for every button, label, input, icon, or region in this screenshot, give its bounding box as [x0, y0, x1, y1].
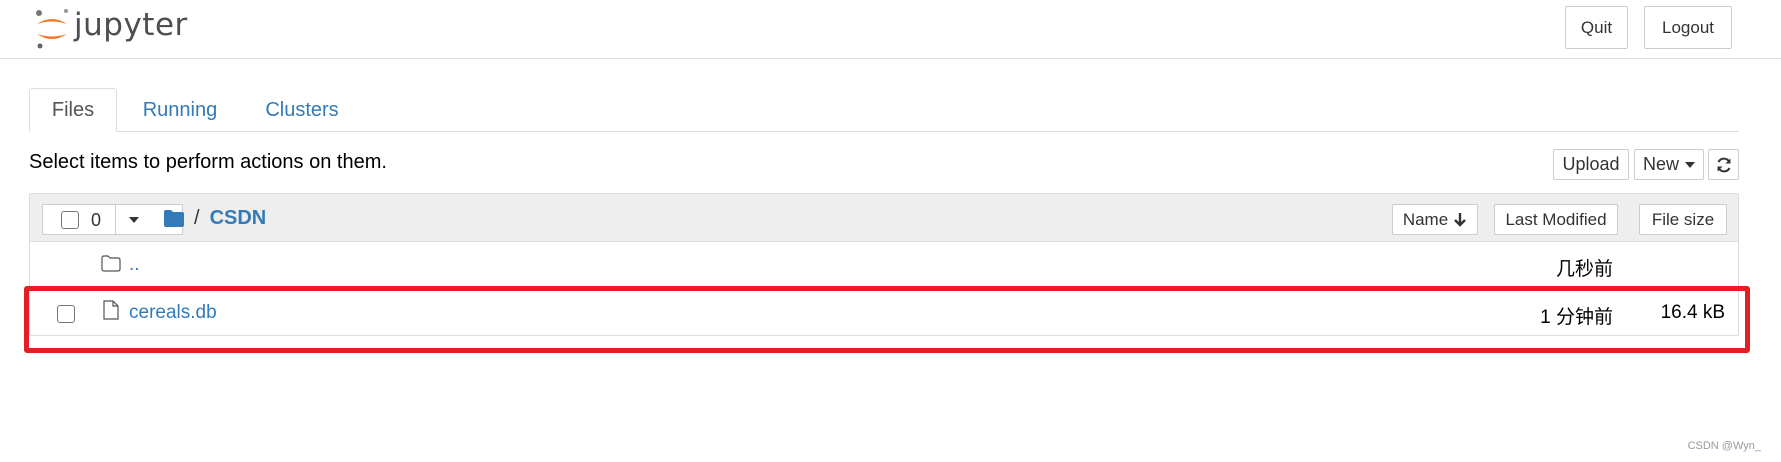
select-all-checkbox[interactable]: [61, 211, 79, 229]
highlight-box: [24, 286, 1750, 353]
new-label: New: [1642, 154, 1679, 174]
folder-icon: [101, 255, 121, 272]
watermark: CSDN @Wyn_: [1687, 440, 1761, 452]
folder-icon[interactable]: [164, 209, 184, 227]
logout-button[interactable]: Logout: [1644, 6, 1732, 49]
logo-text: jupyter: [74, 7, 188, 43]
tab-clusters[interactable]: Clusters: [252, 88, 352, 132]
tab-files[interactable]: Files: [29, 88, 117, 132]
item-name[interactable]: ..: [129, 254, 140, 276]
quit-button[interactable]: Quit: [1565, 6, 1628, 49]
caret-down-icon: [129, 217, 139, 223]
sort-by-modified-button[interactable]: Last Modified: [1494, 204, 1618, 235]
refresh-icon: [1717, 157, 1730, 172]
sort-by-size-button[interactable]: File size: [1639, 204, 1727, 235]
breadcrumb-separator: /: [194, 206, 200, 229]
sort-by-name-button[interactable]: Name: [1392, 204, 1478, 235]
breadcrumb: / CSDN: [164, 206, 266, 230]
jupyter-logo[interactable]: jupyter: [34, 6, 204, 50]
list-item[interactable]: .. 几秒前: [30, 242, 1738, 289]
header: jupyter Quit Logout: [0, 0, 1781, 59]
list-header: 0 / CSDN Name Last Modified File size: [30, 194, 1738, 242]
item-modified: 几秒前: [1555, 259, 1613, 280]
refresh-button[interactable]: [1708, 149, 1739, 180]
instructions-text: Select items to perform actions on them.: [29, 151, 387, 173]
selected-count: 0: [91, 210, 102, 230]
sort-name-label: Name: [1402, 209, 1449, 229]
new-dropdown-button[interactable]: New: [1634, 149, 1704, 180]
jupyter-logo-icon: [36, 9, 68, 49]
breadcrumb-current[interactable]: CSDN: [210, 207, 267, 230]
select-all-group: 0: [42, 204, 183, 235]
upload-button[interactable]: Upload: [1553, 149, 1629, 180]
arrow-down-icon: [1454, 213, 1467, 227]
tab-running[interactable]: Running: [130, 88, 230, 132]
caret-down-icon: [1685, 161, 1695, 168]
